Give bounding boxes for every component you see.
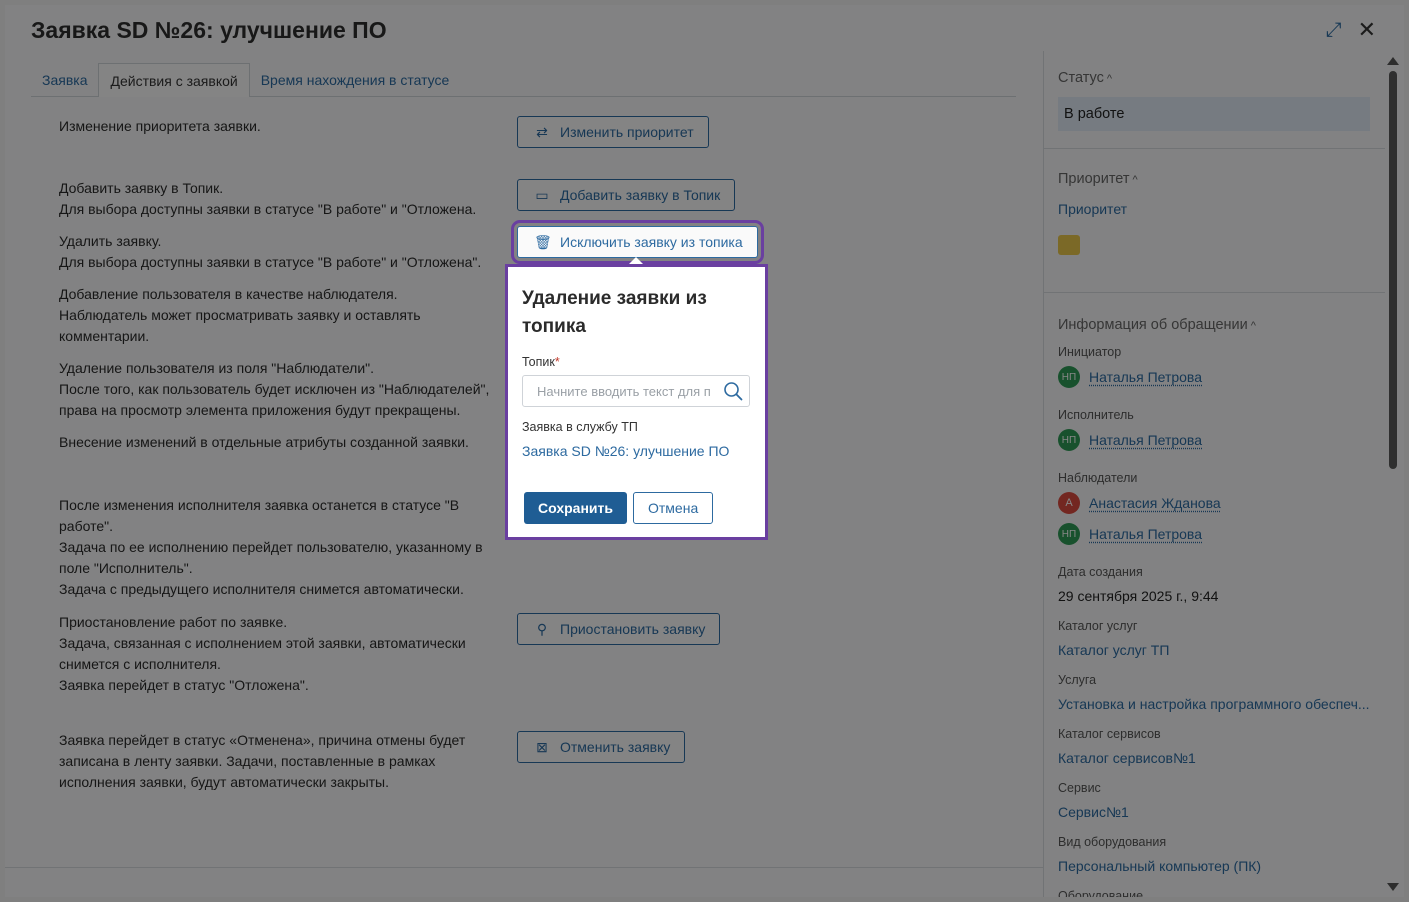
request-window: Заявка SD №26: улучшение ПО ⤢ ✕ Заявка Д… — [5, 5, 1404, 897]
topic-search-field[interactable] — [522, 375, 750, 407]
remove-from-topic-button[interactable]: 🗑 Исключить заявку из топика — [511, 220, 764, 264]
topic-search-input[interactable] — [523, 376, 713, 406]
request-link[interactable]: Заявка SD №26: улучшение ПО — [522, 443, 729, 459]
popover-title: Удаление заявки из топика — [522, 288, 707, 337]
cancel-button[interactable]: Отмена — [633, 492, 714, 524]
remove-from-topic-popover: Удаление заявки из топика Топик* Заявка … — [505, 264, 768, 540]
trash-icon: 🗑 — [534, 233, 552, 250]
save-button[interactable]: Сохранить — [524, 492, 627, 524]
required-mark: * — [554, 355, 560, 369]
request-label: Заявка в службу ТП — [522, 420, 638, 434]
topic-field-label: Топик* — [522, 355, 560, 369]
search-icon[interactable] — [723, 381, 743, 401]
topic-label-text: Топик — [522, 355, 555, 369]
remove-from-topic-label: Исключить заявку из топика — [560, 234, 743, 250]
